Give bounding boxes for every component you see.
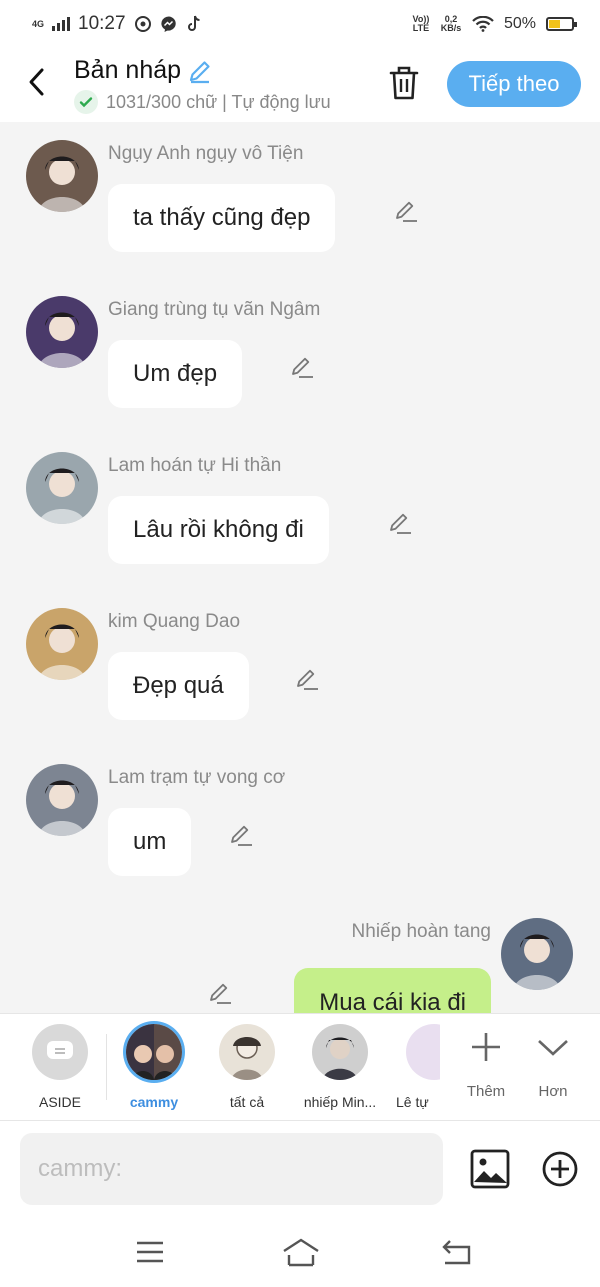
edit-message-icon[interactable]: [289, 354, 315, 380]
character-le-tu[interactable]: Lê tự: [384, 1024, 440, 1110]
volte-indicator: Vo)) LTE: [412, 14, 430, 33]
message-sender-name: Giang trùng tụ vãn Ngâm: [108, 299, 321, 320]
character-selector: ASIDE cammy tất cả nhiếp Min... Lê tự Th…: [0, 1013, 600, 1121]
avatar[interactable]: [26, 296, 98, 368]
message-input[interactable]: [20, 1133, 443, 1205]
add-label: Thêm: [466, 1083, 506, 1100]
character-nhiep-minh[interactable]: nhiếp Min...: [298, 1024, 382, 1110]
top-bar: Bản nháp 1031/300 chữ | Tự động lưu Tiếp…: [0, 48, 600, 122]
add-character-button[interactable]: Thêm: [456, 1030, 516, 1100]
word-count-status: 1031/300 chữ | Tự động lưu: [74, 90, 331, 114]
avatar: [312, 1024, 368, 1080]
add-circle-icon[interactable]: [540, 1149, 580, 1189]
avatar: [219, 1024, 275, 1080]
system-navigation-bar: [0, 1217, 600, 1287]
app-notification-icon: [134, 16, 151, 32]
chevron-down-icon: [538, 1040, 568, 1056]
avatar: [126, 1024, 182, 1080]
character-aside[interactable]: ASIDE: [18, 1024, 102, 1110]
wifi-icon: [472, 16, 494, 32]
plus-icon: [472, 1033, 500, 1061]
back-nav-icon[interactable]: [440, 1237, 472, 1267]
message-bubble[interactable]: ta thấy cũng đẹp: [108, 184, 336, 252]
data-speed: 0,2 KB/s: [440, 14, 462, 33]
message-bubble[interactable]: Đẹp quá: [108, 652, 249, 720]
edit-message-icon[interactable]: [228, 822, 254, 848]
message-bubble[interactable]: Lâu rồi không đi: [108, 496, 329, 564]
avatar[interactable]: [26, 764, 98, 836]
chat-bubble-icon: [47, 1041, 73, 1059]
character-cammy[interactable]: cammy: [112, 1024, 196, 1110]
image-icon[interactable]: [470, 1149, 510, 1189]
home-icon[interactable]: [282, 1237, 320, 1267]
divider: [106, 1034, 107, 1100]
character-all[interactable]: tất cả: [205, 1024, 289, 1110]
message-sender-name: Ngụy Anh ngụy vô Tiện: [108, 143, 304, 164]
character-label: cammy: [129, 1094, 179, 1110]
back-button[interactable]: [22, 62, 52, 102]
edit-message-icon[interactable]: [393, 198, 419, 224]
more-button[interactable]: Hơn: [523, 1030, 583, 1100]
trash-icon[interactable]: [386, 64, 422, 102]
page-title-text: Bản nháp: [74, 56, 182, 84]
message-list[interactable]: Ngụy Anh ngụy vô Tiện ta thấy cũng đẹp G…: [0, 122, 600, 1013]
menu-icon[interactable]: [134, 1237, 166, 1267]
check-icon: [74, 90, 98, 114]
edit-message-icon[interactable]: [207, 980, 233, 1006]
next-button[interactable]: Tiếp theo: [447, 61, 581, 107]
message-sender-name: Lam hoán tự Hi thần: [108, 455, 282, 476]
composer: [0, 1121, 600, 1217]
avatar[interactable]: [501, 918, 573, 990]
battery-icon: [546, 17, 577, 31]
avatar[interactable]: [26, 452, 98, 524]
message-sender-name: Lam trạm tự vong cơ: [108, 767, 286, 788]
character-label: tất cả: [229, 1094, 265, 1110]
page-title: Bản nháp: [74, 56, 213, 85]
more-label: Hơn: [538, 1083, 568, 1100]
clock: 10:27: [78, 13, 126, 34]
avatar[interactable]: [26, 140, 98, 212]
message-bubble[interactable]: Mua cái kia đi: [294, 968, 491, 1013]
status-bar: 4G 10:27 Vo)) LTE 0,2 KB/s 50%: [0, 0, 600, 48]
message-sender-name: kim Quang Dao: [108, 611, 241, 632]
word-count-text: 1031/300 chữ | Tự động lưu: [106, 91, 331, 112]
character-label: Lê tự: [396, 1094, 429, 1110]
messenger-icon: [160, 16, 176, 32]
edit-title-icon[interactable]: [187, 58, 213, 84]
aside-avatar: [32, 1024, 88, 1080]
character-label: nhiếp Min...: [303, 1094, 377, 1110]
tiktok-icon: [187, 15, 200, 31]
network-type: 4G: [32, 18, 45, 29]
message-sender-name: Nhiếp hoàn tang: [351, 921, 491, 942]
chevron-left-icon: [29, 68, 44, 96]
avatar: [406, 1024, 440, 1080]
signal-icon: [52, 17, 71, 31]
message-bubble[interactable]: um: [108, 808, 192, 876]
battery-percent: 50%: [503, 15, 536, 32]
avatar[interactable]: [26, 608, 98, 680]
character-label: ASIDE: [38, 1094, 81, 1110]
edit-message-icon[interactable]: [294, 666, 320, 692]
edit-message-icon[interactable]: [387, 510, 413, 536]
message-bubble[interactable]: Um đẹp: [108, 340, 243, 408]
